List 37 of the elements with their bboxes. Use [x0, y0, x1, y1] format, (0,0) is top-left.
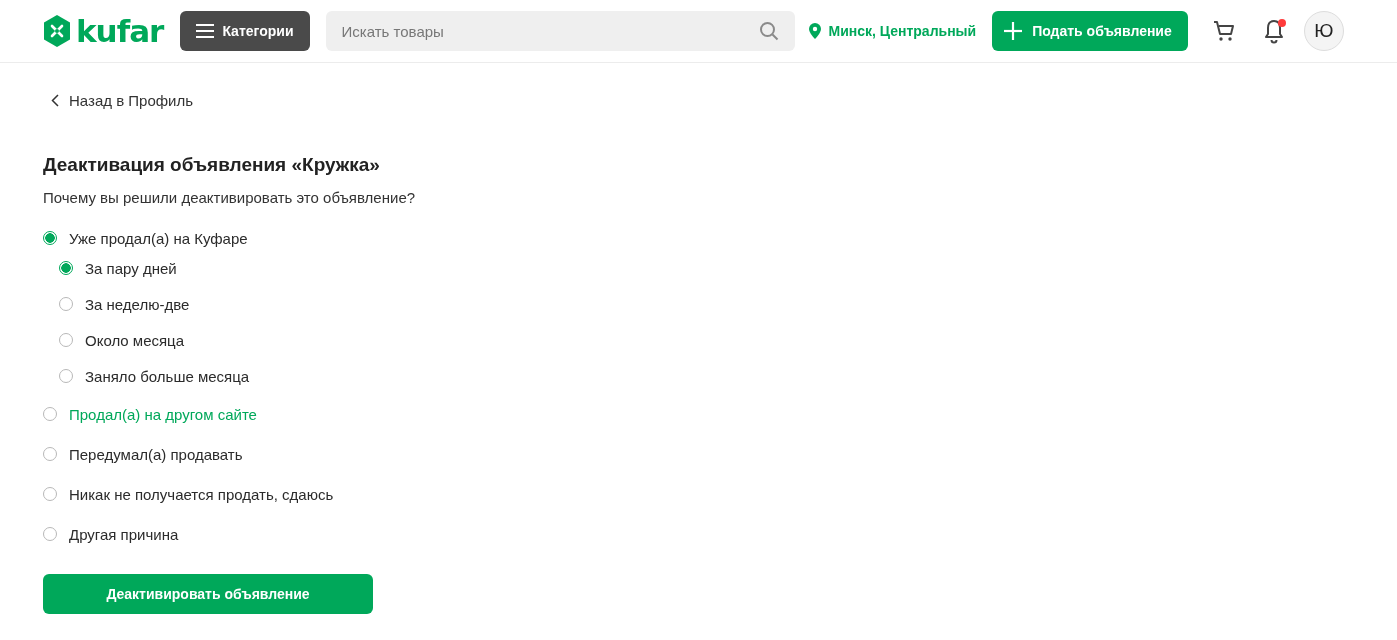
search-icon[interactable]	[758, 21, 779, 41]
option-label: За пару дней	[85, 259, 177, 277]
cart-icon[interactable]	[1211, 19, 1236, 43]
question-text: Почему вы решили деактивировать это объявление?	[43, 189, 417, 206]
radio-button[interactable]	[43, 407, 57, 421]
option-label: Никак не получается продать, сдаюсь	[69, 485, 334, 503]
radio-button[interactable]	[43, 527, 57, 541]
reason-option[interactable]: Передумал(а) продавать	[43, 434, 243, 474]
menu-icon	[196, 24, 215, 38]
radio-button[interactable]	[59, 333, 73, 347]
option-label: Продал(а) на другом сайте	[69, 405, 257, 423]
option-label: За неделю-две	[85, 295, 190, 313]
reason-option[interactable]: Другая причина	[43, 514, 179, 554]
radio-button[interactable]	[59, 369, 73, 383]
plus-icon	[1004, 22, 1023, 40]
categories-button[interactable]: Категории	[180, 11, 310, 51]
page-title: Деактивация объявления «Кружка»	[43, 154, 381, 176]
reason-option[interactable]: Никак не получается продать, сдаюсь	[43, 474, 334, 514]
logo-icon[interactable]	[43, 15, 71, 47]
radio-button[interactable]	[43, 487, 57, 501]
option-label: Заняло больше месяца	[85, 367, 250, 385]
search-field[interactable]: Искать товары	[325, 11, 795, 51]
option-label: Другая причина	[69, 525, 179, 543]
radio-button[interactable]	[43, 231, 57, 245]
option-label: Около месяца	[85, 331, 185, 349]
avatar[interactable]: Ю	[1303, 11, 1344, 51]
radio-button[interactable]	[59, 261, 73, 275]
sub-option[interactable]: За неделю-две	[59, 286, 190, 322]
chevron-left-icon	[51, 94, 59, 107]
radio-button[interactable]	[43, 447, 57, 461]
sub-option[interactable]: Заняло больше месяца	[59, 358, 250, 394]
radio-button[interactable]	[59, 297, 73, 311]
location-pin-icon	[808, 23, 821, 39]
back-link[interactable]: Назад в Профиль	[51, 92, 194, 109]
sub-option[interactable]: Около месяца	[59, 322, 185, 358]
option-label: Передумал(а) продавать	[69, 445, 243, 463]
option-label: Уже продал(а) на Куфаре	[69, 229, 248, 247]
